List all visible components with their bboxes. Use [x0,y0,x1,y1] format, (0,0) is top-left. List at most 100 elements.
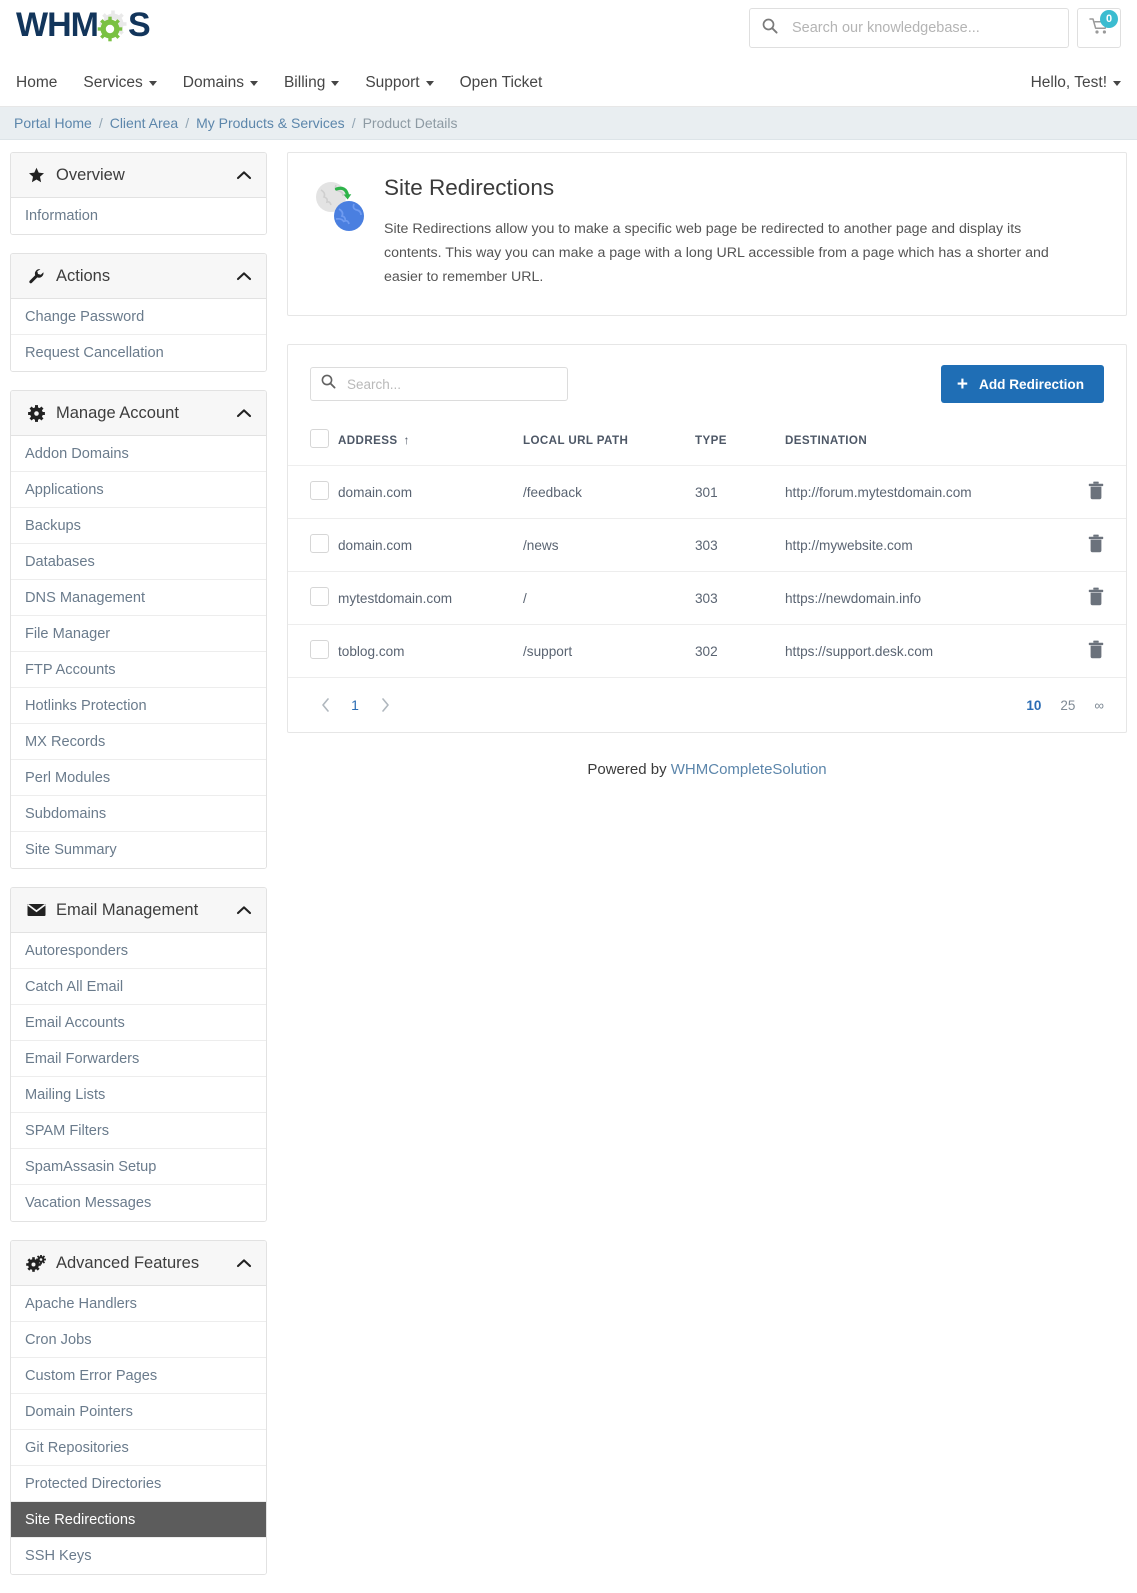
sidebar-item-catch-all-email[interactable]: Catch All Email [11,969,266,1005]
sidebar-item-cron-jobs[interactable]: Cron Jobs [11,1322,266,1358]
chevron-up-icon [236,901,252,920]
breadcrumb-item-my-products-services[interactable]: My Products & Services [196,115,345,131]
footer-prefix: Powered by [587,761,670,778]
table-row[interactable]: domain.com /news 303 http://mywebsite.co… [288,519,1126,572]
logo-text-s: S [128,6,150,45]
sidebar-item-information[interactable]: Information [11,198,266,234]
sidebar-panel-header-manage-account[interactable]: Manage Account [11,391,266,436]
sidebar-item-subdomains[interactable]: Subdomains [11,796,266,832]
trash-icon[interactable] [1088,534,1104,556]
sidebar-item-site-redirections[interactable]: Site Redirections [11,1502,266,1538]
sidebar-item-email-forwarders[interactable]: Email Forwarders [11,1041,266,1077]
breadcrumb-item-portal-home[interactable]: Portal Home [14,115,92,131]
cell-type: 302 [695,625,785,678]
footer-link-whmcs[interactable]: WHMCompleteSolution [671,761,827,778]
sidebar-item-mx-records[interactable]: MX Records [11,724,266,760]
sidebar-item-ssh-keys[interactable]: SSH Keys [11,1538,266,1574]
column-header-destination[interactable]: DESTINATION [785,419,1066,466]
nav-item-support[interactable]: Support [365,74,433,92]
row-checkbox[interactable] [310,534,329,553]
table-toolbar: + Add Redirection [288,345,1126,419]
column-header-address[interactable]: ADDRESS↑ [338,419,523,466]
user-menu[interactable]: Hello, Test! [1031,74,1121,92]
cell-destination: http://forum.mytestdomain.com [785,466,1066,519]
cell-type: 303 [695,572,785,625]
sidebar-item-site-summary[interactable]: Site Summary [11,832,266,868]
logo-text-wh: WHM [16,6,98,45]
sidebar-item-ftp-accounts[interactable]: FTP Accounts [11,652,266,688]
trash-icon[interactable] [1088,587,1104,609]
sidebar-item-applications[interactable]: Applications [11,472,266,508]
sidebar-item-addon-domains[interactable]: Addon Domains [11,436,266,472]
sidebar-item-git-repositories[interactable]: Git Repositories [11,1430,266,1466]
nav-item-domains[interactable]: Domains [183,74,258,92]
select-all-header [288,419,338,466]
sidebar-item-file-manager[interactable]: File Manager [11,616,266,652]
arrow-up-icon: ↑ [404,433,410,447]
sidebar-panel-title: Overview [56,166,125,185]
chevron-left-icon[interactable] [310,692,340,718]
sidebar-item-autoresponders[interactable]: Autoresponders [11,933,266,969]
sidebar-panel-overview: Overview Information [10,152,267,235]
sidebar-panel-header-overview[interactable]: Overview [11,153,266,198]
row-checkbox[interactable] [310,587,329,606]
page-size-all[interactable]: ∞ [1094,698,1104,713]
chevron-right-icon[interactable] [370,692,400,718]
sidebar-item-spamassasin-setup[interactable]: SpamAssasin Setup [11,1149,266,1185]
sidebar-item-change-password[interactable]: Change Password [11,299,266,335]
sidebar-item-spam-filters[interactable]: SPAM Filters [11,1113,266,1149]
sidebar-item-label: Hotlinks Protection [25,698,147,714]
sidebar: Overview Information Actions Ch [10,152,267,1593]
sidebar-panel-header-advanced-features[interactable]: Advanced Features [11,1241,266,1286]
add-redirection-button[interactable]: + Add Redirection [941,365,1104,403]
sidebar-item-backups[interactable]: Backups [11,508,266,544]
sidebar-panel-header-email-management[interactable]: Email Management [11,888,266,933]
column-header-type[interactable]: TYPE [695,419,785,466]
knowledgebase-search[interactable] [749,8,1069,48]
sidebar-item-custom-error-pages[interactable]: Custom Error Pages [11,1358,266,1394]
search-icon [321,374,336,394]
nav-item-services[interactable]: Services [83,74,156,92]
select-all-checkbox[interactable] [310,429,329,448]
sidebar-panel-header-actions[interactable]: Actions [11,254,266,299]
table-search-input[interactable] [345,376,557,393]
search-input[interactable] [790,19,1056,37]
sidebar-item-apache-handlers[interactable]: Apache Handlers [11,1286,266,1322]
breadcrumb-item-client-area[interactable]: Client Area [110,115,178,131]
sidebar-item-label: Domain Pointers [25,1404,133,1420]
page-size-25[interactable]: 25 [1060,698,1075,713]
column-label: TYPE [695,434,727,447]
page-size-10[interactable]: 10 [1026,698,1041,713]
sidebar-item-hotlinks-protection[interactable]: Hotlinks Protection [11,688,266,724]
pagination: 1 10 25 ∞ [288,678,1126,732]
row-checkbox[interactable] [310,640,329,659]
sidebar-item-domain-pointers[interactable]: Domain Pointers [11,1394,266,1430]
sidebar-item-mailing-lists[interactable]: Mailing Lists [11,1077,266,1113]
sidebar-item-vacation-messages[interactable]: Vacation Messages [11,1185,266,1221]
sidebar-item-protected-directories[interactable]: Protected Directories [11,1466,266,1502]
cart-button[interactable]: 0 [1077,8,1121,48]
sidebar-item-databases[interactable]: Databases [11,544,266,580]
sidebar-panel-actions: Actions Change Password Request Cancella… [10,253,267,372]
trash-icon[interactable] [1088,640,1104,662]
nav-item-open-ticket[interactable]: Open Ticket [460,74,543,92]
nav-item-billing[interactable]: Billing [284,74,339,92]
chevron-down-icon [331,81,339,86]
table-row[interactable]: mytestdomain.com / 303 https://newdomain… [288,572,1126,625]
table-row[interactable]: domain.com /feedback 301 http://forum.my… [288,466,1126,519]
row-checkbox[interactable] [310,481,329,500]
sidebar-item-perl-modules[interactable]: Perl Modules [11,760,266,796]
table-row[interactable]: toblog.com /support 302 https://support.… [288,625,1126,678]
trash-icon[interactable] [1088,481,1104,503]
whmcs-logo[interactable]: WHM [16,6,150,45]
nav-item-home[interactable]: Home [16,74,57,92]
sidebar-item-label: Vacation Messages [25,1195,151,1211]
sidebar-item-email-accounts[interactable]: Email Accounts [11,1005,266,1041]
sidebar-item-dns-management[interactable]: DNS Management [11,580,266,616]
column-header-local-url-path[interactable]: LOCAL URL PATH [523,419,695,466]
page-number-1[interactable]: 1 [340,692,370,718]
cell-local-url-path: /feedback [523,466,695,519]
site-redirection-globes-icon [312,175,370,289]
sidebar-item-request-cancellation[interactable]: Request Cancellation [11,335,266,371]
table-search[interactable] [310,367,568,401]
